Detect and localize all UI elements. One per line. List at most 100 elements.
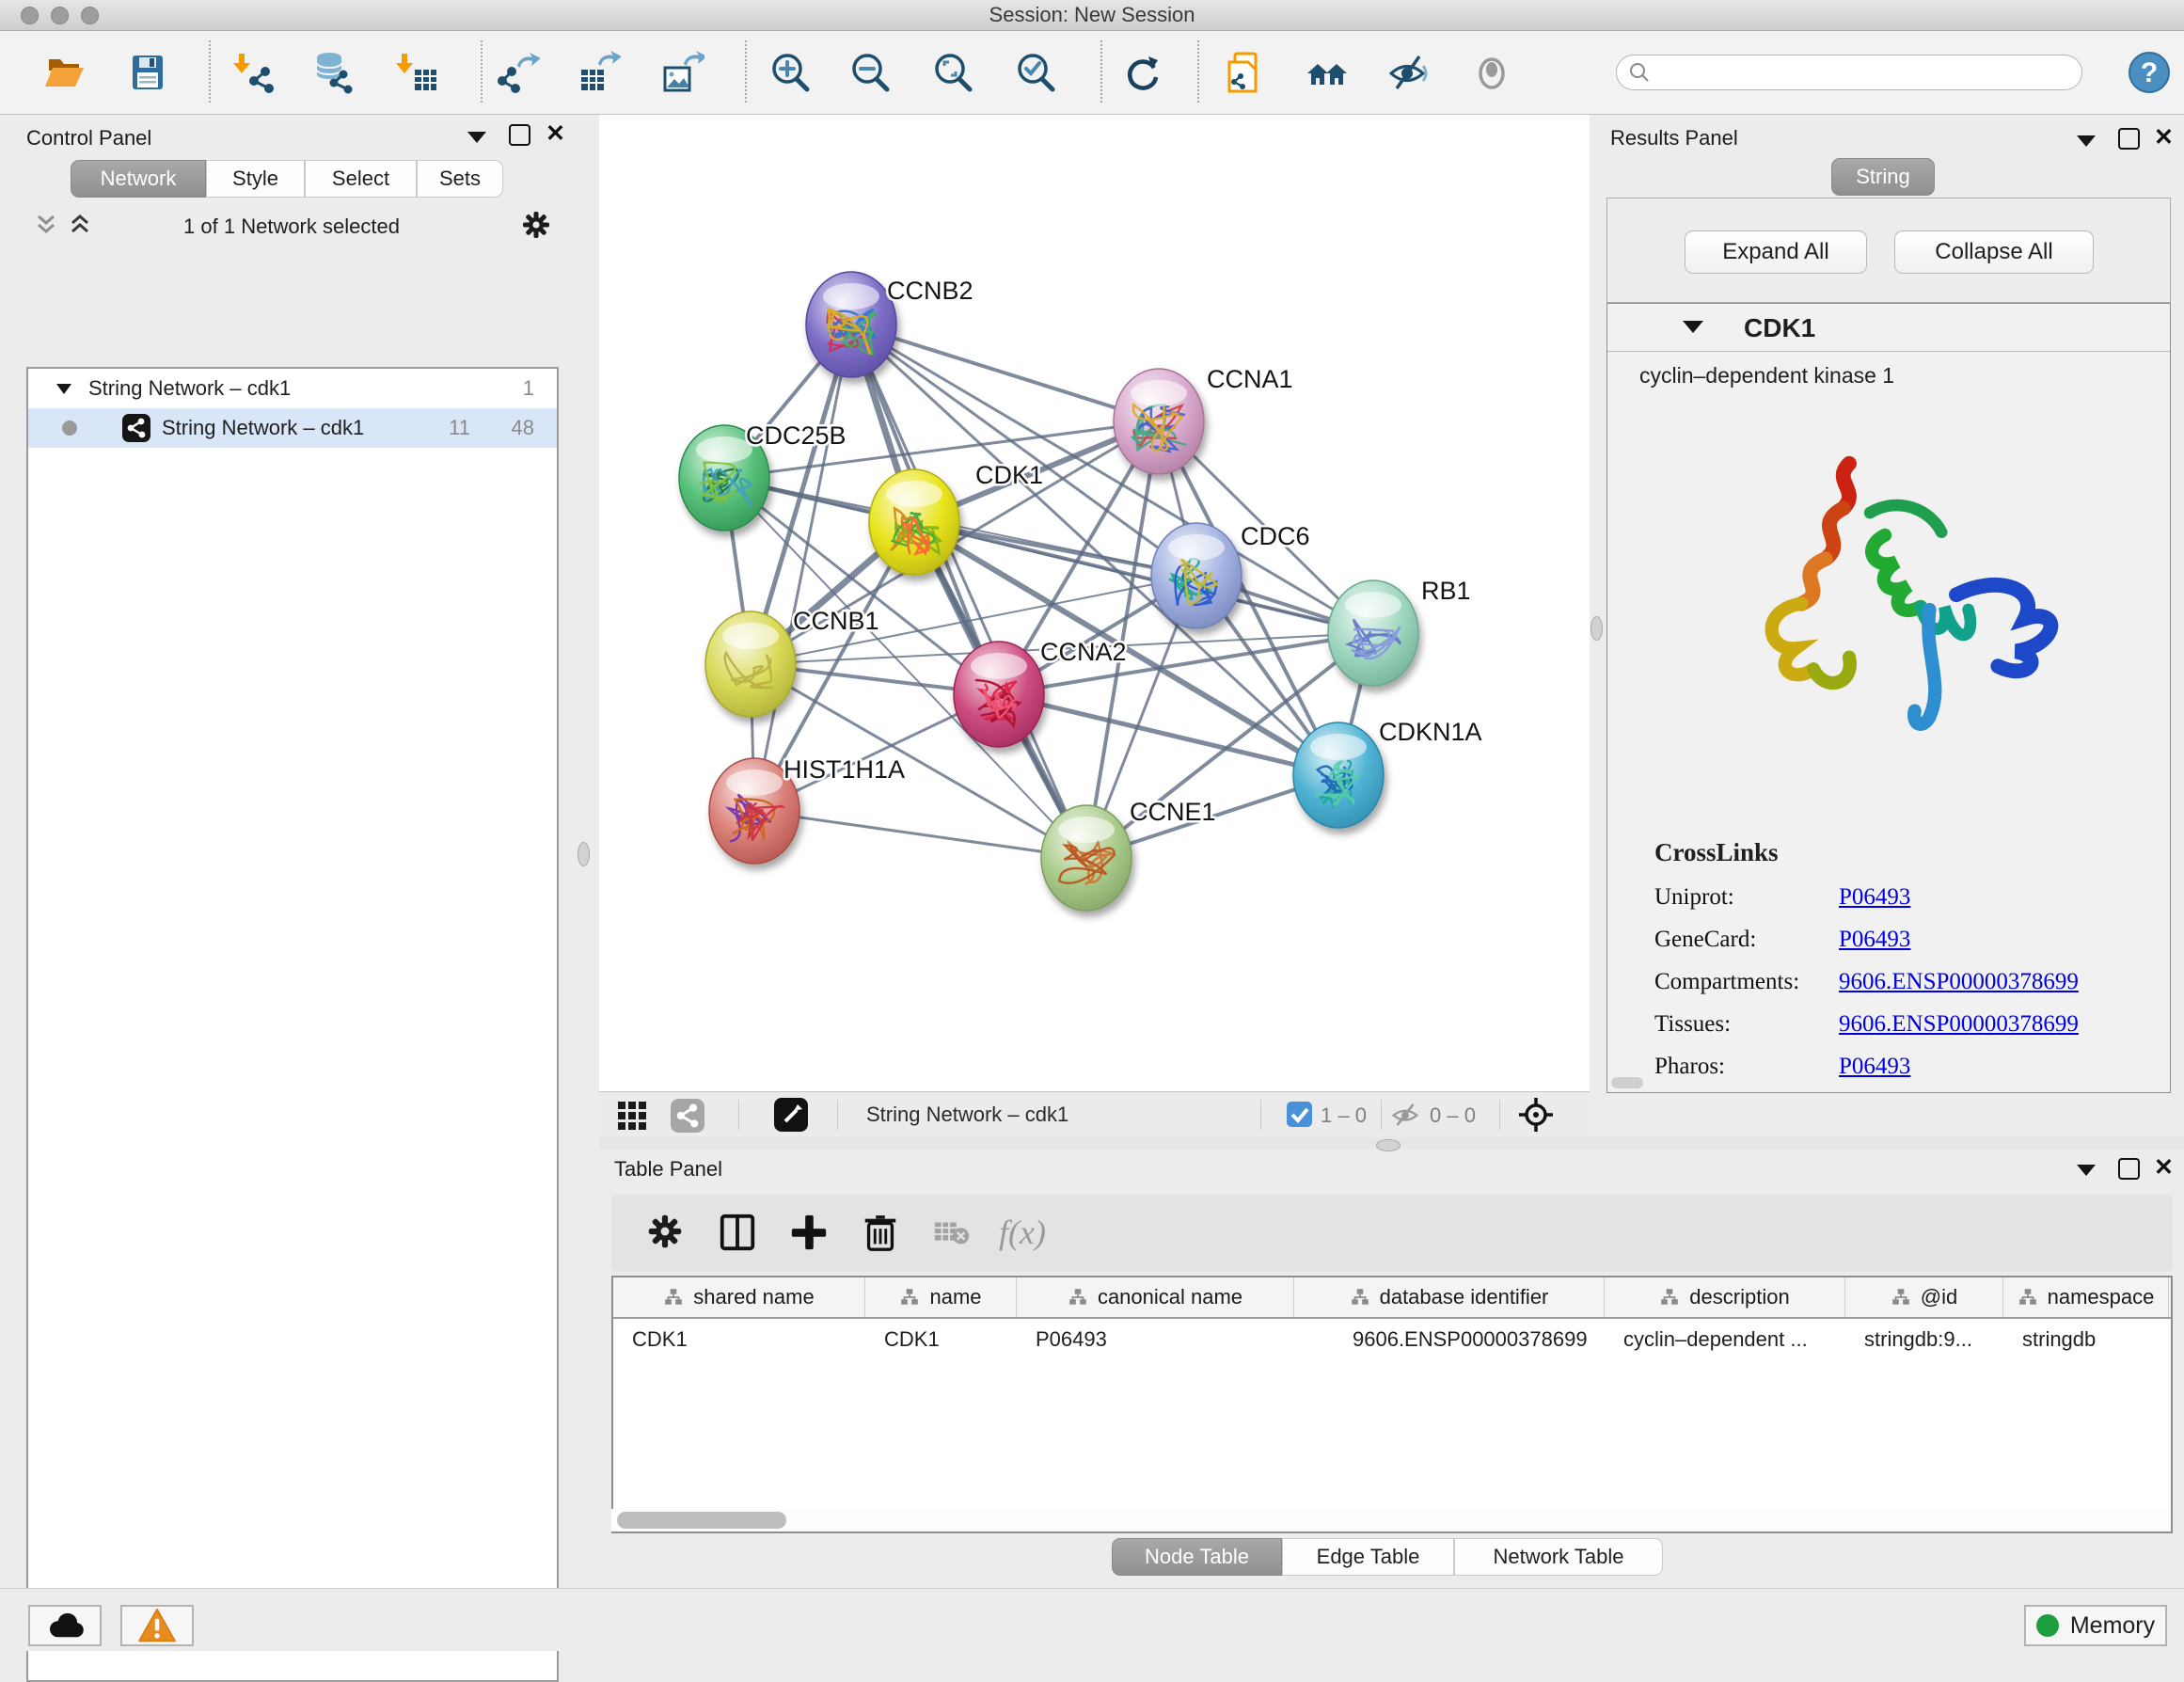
show-all-eye-icon[interactable] — [1470, 51, 1513, 94]
birdseye-view-icon[interactable] — [774, 1098, 808, 1132]
warning-status-button[interactable] — [120, 1605, 194, 1646]
table-horizontal-scrollbar[interactable] — [611, 1509, 2169, 1531]
export-image-icon[interactable] — [661, 51, 704, 94]
tree-expand-icon[interactable] — [55, 381, 73, 396]
selected-checkbox-icon[interactable] — [1287, 1102, 1312, 1127]
network-graph[interactable]: CCNB2CCNA1CDC25BCDK1CDC6RB1CCNB1CCNA2CDK… — [599, 115, 1590, 1091]
zoom-in-icon[interactable] — [768, 51, 812, 94]
column-label: @id — [1921, 1285, 1957, 1309]
network-node-RB1[interactable] — [1328, 580, 1418, 686]
cell-namespace[interactable]: stringdb — [2003, 1327, 2169, 1352]
network-row-selected[interactable]: String Network – cdk1 11 48 — [28, 408, 557, 448]
network-node-CCNB2[interactable] — [806, 272, 896, 377]
toolbar-separator — [1100, 40, 1102, 103]
expand-all-button[interactable]: Expand All — [1685, 230, 1867, 274]
cell-database-identifier[interactable]: 9606.ENSP00000378699 — [1294, 1327, 1605, 1352]
table-tab-node-table[interactable]: Node Table — [1112, 1538, 1282, 1576]
edge-CCNB2-CCNA1[interactable] — [851, 325, 1159, 421]
crosslink-link[interactable]: 9606.ENSP00000378699 — [1839, 969, 2079, 995]
network-options-gear-icon[interactable] — [520, 209, 552, 241]
table-row[interactable]: CDK1CDK1P064939606.ENSP00000378699cyclin… — [613, 1319, 2171, 1360]
add-column-icon[interactable] — [788, 1212, 831, 1255]
panel-collapse-icon[interactable] — [2077, 135, 2096, 147]
panel-collapse-icon[interactable] — [467, 132, 486, 143]
column-header-canonical-name[interactable]: canonical name — [1017, 1277, 1294, 1317]
network-node-CCNB1[interactable] — [705, 611, 796, 717]
column-header-namespace[interactable]: namespace — [2003, 1277, 2169, 1317]
cell-@id[interactable]: stringdb:9... — [1845, 1327, 2003, 1352]
cell-shared-name[interactable]: CDK1 — [613, 1327, 865, 1352]
cell-description[interactable]: cyclin–dependent ... — [1605, 1327, 1845, 1352]
crosslink-link[interactable]: P06493 — [1839, 884, 1910, 911]
network-node-CCNA1[interactable] — [1114, 369, 1204, 474]
help-button[interactable]: ? — [2129, 52, 2170, 93]
crosslink-link[interactable]: P06493 — [1839, 1054, 1910, 1080]
scrollbar-thumb[interactable] — [617, 1512, 786, 1529]
crosslink-link[interactable]: P06493 — [1839, 927, 1910, 953]
import-table-icon[interactable] — [396, 51, 439, 94]
export-network-icon[interactable] — [497, 51, 540, 94]
network-node-CDKN1A[interactable] — [1293, 722, 1384, 828]
crosslink-link[interactable]: 9606.ENSP00000378699 — [1839, 1011, 2079, 1038]
fit-content-icon[interactable] — [931, 51, 974, 94]
delete-table-icon-disabled — [931, 1212, 974, 1255]
network-node-CDC6[interactable] — [1151, 523, 1242, 628]
memory-button[interactable]: Memory — [2024, 1605, 2167, 1646]
cloud-status-button[interactable] — [28, 1605, 102, 1646]
panel-close-icon[interactable]: ✕ — [2154, 1158, 2174, 1177]
control-tab-style[interactable]: Style — [206, 160, 305, 198]
expand-all-networks-icon[interactable] — [68, 213, 92, 237]
panel-float-icon[interactable] — [2118, 128, 2140, 150]
collapse-all-button[interactable]: Collapse All — [1894, 230, 2094, 274]
cell-canonical-name[interactable]: P06493 — [1017, 1327, 1294, 1352]
open-session-icon[interactable] — [42, 51, 86, 94]
panel-collapse-icon[interactable] — [2077, 1165, 2096, 1176]
zoom-selected-icon[interactable] — [1014, 51, 1057, 94]
network-node-CCNE1[interactable] — [1041, 805, 1132, 911]
refresh-icon[interactable] — [1120, 51, 1163, 94]
network-node-CCNA2[interactable] — [954, 642, 1044, 747]
hide-unselected-eye-slash-icon[interactable] — [1387, 51, 1431, 94]
column-header-description[interactable]: description — [1605, 1277, 1845, 1317]
network-share-gray-icon[interactable] — [671, 1099, 704, 1133]
copy-style-icon[interactable] — [1222, 51, 1265, 94]
network-node-CDK1[interactable] — [869, 469, 959, 575]
edge-HIST1H1A-CCNE1[interactable] — [754, 811, 1086, 858]
panel-float-icon[interactable] — [509, 124, 530, 146]
node-collapse-icon[interactable] — [1683, 321, 1703, 333]
results-scrollbar-thumb[interactable] — [1611, 1077, 1643, 1088]
control-tab-network[interactable]: Network — [71, 160, 206, 198]
node-label-HIST1H1A: HIST1H1A — [783, 755, 905, 784]
collapse-all-networks-icon[interactable] — [34, 213, 58, 237]
control-tab-sets[interactable]: Sets — [417, 160, 503, 198]
edge-count: 48 — [512, 416, 534, 440]
panel-close-icon[interactable]: ✕ — [2154, 128, 2174, 147]
table-tab-network-table[interactable]: Network Table — [1454, 1538, 1663, 1576]
panel-close-icon[interactable]: ✕ — [546, 124, 565, 143]
table-tab-edge-table[interactable]: Edge Table — [1282, 1538, 1454, 1576]
cell-name[interactable]: CDK1 — [865, 1327, 1017, 1352]
zoom-out-icon[interactable] — [848, 51, 892, 94]
left-splitter-handle[interactable] — [578, 842, 590, 866]
save-session-icon[interactable] — [126, 51, 169, 94]
home-network-icon[interactable] — [1306, 51, 1349, 94]
column-header-database-identifier[interactable]: database identifier — [1294, 1277, 1605, 1317]
panel-float-icon[interactable] — [2118, 1158, 2140, 1180]
import-network-file-icon[interactable] — [233, 51, 277, 94]
control-tab-select[interactable]: Select — [305, 160, 417, 198]
crosshair-fit-icon[interactable] — [1518, 1097, 1554, 1133]
select-columns-icon[interactable] — [717, 1212, 760, 1255]
search-input[interactable] — [1651, 61, 2059, 85]
column-header-@id[interactable]: @id — [1845, 1277, 2003, 1317]
grid-view-icon[interactable] — [616, 1100, 648, 1132]
delete-column-icon[interactable] — [860, 1212, 903, 1255]
tab-string[interactable]: String — [1831, 158, 1935, 196]
import-network-database-icon[interactable] — [312, 51, 356, 94]
hidden-eye-slash-icon[interactable] — [1390, 1101, 1420, 1129]
export-table-icon[interactable] — [578, 51, 621, 94]
column-header-shared-name[interactable]: shared name — [613, 1277, 865, 1317]
network-canvas[interactable]: CCNB2CCNA1CDC25BCDK1CDC6RB1CCNB1CCNA2CDK… — [599, 115, 1590, 1091]
table-options-gear-icon[interactable] — [645, 1212, 688, 1255]
network-collection-row[interactable]: String Network – cdk1 1 — [28, 369, 557, 408]
column-header-name[interactable]: name — [865, 1277, 1017, 1317]
